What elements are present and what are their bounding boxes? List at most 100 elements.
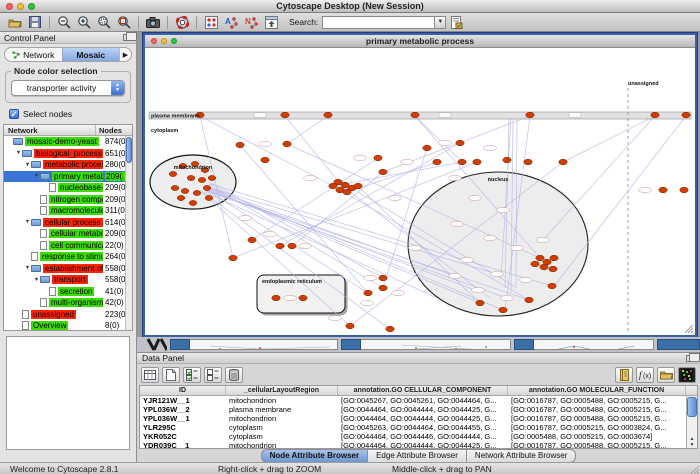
tab-overflow-arrow-icon[interactable]: ▶ — [119, 48, 131, 61]
file-icon — [22, 321, 29, 330]
open-file-button[interactable] — [6, 15, 24, 30]
background-window-fragment[interactable] — [657, 339, 700, 350]
tree-row[interactable]: ▼establishment of lo558(0) — [4, 263, 132, 275]
background-window-fragment[interactable] — [514, 339, 654, 350]
close-window-button[interactable] — [6, 3, 13, 10]
zoom-out-button[interactable] — [55, 15, 73, 30]
tree-scrollbar[interactable] — [125, 136, 132, 330]
tree-row-label: secretion — [58, 287, 94, 296]
select-attributes-button[interactable] — [183, 367, 201, 383]
table-column-header[interactable]: _cellularLayoutRegion — [226, 386, 338, 395]
table-row[interactable]: YPL036W__1mitochondrion[GO:0044464, GO:0… — [140, 414, 686, 423]
tree-row[interactable]: response to stimulu264(0) — [4, 251, 132, 263]
tree-row[interactable]: multi-organism pro42(0) — [4, 297, 132, 309]
table-row[interactable]: YDR039C__1mitochondrion[GO:0044464, GO:0… — [140, 441, 686, 448]
matrix-button[interactable] — [678, 367, 696, 383]
background-window-fragment[interactable] — [170, 339, 338, 350]
network-close-button[interactable] — [151, 38, 157, 44]
background-network-drawing[interactable] — [145, 338, 167, 351]
tab-edge-attribute-browser[interactable]: Edge Attribute Browser — [368, 449, 467, 463]
node-grid-button[interactable] — [202, 15, 220, 30]
zoom-selected-button[interactable] — [95, 15, 113, 30]
import-attributes-button[interactable] — [657, 367, 675, 383]
table-scrollbar[interactable]: ▲▼ — [686, 396, 697, 448]
tree-row[interactable]: ▼cellular process614(0) — [4, 217, 132, 229]
delete-attribute-button[interactable] — [225, 367, 243, 383]
tree-row[interactable]: cell communicat22(0) — [4, 240, 132, 252]
tab-mosaic[interactable]: Mosaic — [62, 48, 120, 61]
table-row[interactable]: YLR295Ccytoplasm[GO:0045263, GO:0044464,… — [140, 423, 686, 432]
tree-row-label: nucleobase- — [58, 183, 103, 192]
network-canvas[interactable]: plasma membranecytoplasmmitochondrionnuc… — [145, 48, 695, 335]
search-combobox[interactable]: ▼ — [322, 16, 446, 29]
network-graph[interactable]: plasma membranecytoplasmmitochondrionnuc… — [145, 48, 695, 335]
network-minimize-button[interactable] — [161, 38, 167, 44]
tab-network-attribute-browser[interactable]: Network Attribute Browser — [467, 449, 576, 463]
birdseye-view-panel[interactable] — [6, 336, 130, 450]
tree-row[interactable]: mosaic-demo-yeast874(0) — [4, 136, 132, 148]
search-dropdown-arrow-icon[interactable]: ▼ — [434, 17, 445, 28]
new-attribute-button[interactable] — [162, 367, 180, 383]
zoom-fit-button[interactable] — [115, 15, 133, 30]
zoom-in-button[interactable] — [75, 15, 93, 30]
expand-arrow-icon[interactable]: ▼ — [24, 162, 31, 168]
table-scrollbar-thumb[interactable] — [687, 397, 697, 417]
tree-row[interactable]: nucleobase-209(0) — [4, 182, 132, 194]
select-nodes-checkbox[interactable]: ✓ — [9, 109, 19, 119]
save-session-button[interactable] — [26, 15, 44, 30]
tree-row[interactable]: ▼transport558(0) — [4, 274, 132, 286]
tree-scrollbar-thumb[interactable] — [126, 137, 132, 163]
table-row[interactable]: YPL036W__2plasma membrane[GO:0044464, GO… — [140, 405, 686, 414]
table-column-header[interactable]: annotation.GO CELLULAR_COMPONENT — [338, 386, 508, 395]
window-arrow-button[interactable] — [262, 15, 280, 30]
background-window-fragment[interactable] — [341, 339, 511, 350]
tree-row[interactable]: nitrogen compo209(0) — [4, 194, 132, 206]
background-window-titlebar[interactable] — [514, 339, 534, 350]
network-annotation-n-button[interactable]: N — [242, 15, 260, 30]
table-column-header[interactable]: ID — [140, 386, 226, 395]
function-builder-button[interactable]: f(x) — [636, 367, 654, 383]
life-ring-button[interactable] — [173, 15, 191, 30]
table-scrollbar-arrows[interactable]: ▲▼ — [687, 436, 697, 448]
tree-row[interactable]: Overview8(0) — [4, 320, 132, 330]
expand-arrow-icon[interactable]: ▼ — [15, 150, 22, 156]
expand-arrow-icon[interactable]: ▼ — [24, 265, 31, 271]
snapshot-camera-button[interactable] — [144, 15, 162, 30]
attribute-editor-button[interactable] — [615, 367, 633, 383]
float-panel-icon[interactable] — [123, 34, 132, 41]
unselect-attributes-button[interactable] — [204, 367, 222, 383]
resize-grip-icon[interactable] — [690, 465, 699, 474]
tab-network[interactable]: Network — [5, 48, 62, 61]
expand-arrow-icon[interactable]: ▼ — [24, 219, 31, 225]
tree-row[interactable]: macromolecule311(0) — [4, 205, 132, 217]
tree-column-network[interactable]: Network — [4, 125, 96, 135]
zoom-window-button[interactable] — [28, 3, 35, 10]
expand-arrow-icon[interactable]: ▼ — [33, 277, 40, 283]
background-window-titlebar[interactable] — [341, 339, 361, 350]
tree-row[interactable]: cellular metabo209(0) — [4, 228, 132, 240]
network-annotation-a-button[interactable]: A — [222, 15, 240, 30]
table-cell: YDR039C__1 — [140, 441, 226, 448]
float-panel-icon[interactable] — [686, 355, 695, 362]
tree-row[interactable]: secretion41(0) — [4, 286, 132, 298]
node-color-dropdown[interactable]: transporter activity ▲▼ — [11, 80, 125, 96]
tree-row[interactable]: unassigned223(0) — [4, 309, 132, 321]
tab-node-attribute-browser[interactable]: Node Attribute Browser — [261, 449, 369, 463]
tree-row[interactable]: ▼metabolic process280(0) — [4, 159, 132, 171]
background-window-titlebar[interactable] — [170, 339, 190, 350]
table-row[interactable]: YKR052Ccytoplasm[GO:0044464, GO:0044446,… — [140, 432, 686, 441]
expand-arrow-icon[interactable]: ▼ — [33, 173, 40, 179]
dropdown-stepper-icon[interactable]: ▲▼ — [111, 81, 124, 95]
tree-row[interactable]: ▼primary metabo209(... — [4, 171, 132, 183]
table-row[interactable]: YJR121W__1mitochondrion[GO:0045267, GO:0… — [140, 396, 686, 405]
network-window-titlebar[interactable]: primary metabolic process — [145, 35, 695, 48]
tree-row[interactable]: ▼biological_process651(0) — [4, 148, 132, 160]
table-cell: mitochondrion — [226, 414, 338, 423]
attribute-table-button[interactable] — [141, 367, 159, 383]
document-chart-button[interactable] — [447, 15, 465, 30]
table-column-header[interactable]: annotation.GO MOLECULAR_FUNCTION — [508, 386, 686, 395]
background-windows-strip — [137, 337, 700, 352]
network-zoom-button[interactable] — [171, 38, 177, 44]
tree-column-nodes[interactable]: Nodes — [96, 125, 132, 135]
minimize-window-button[interactable] — [17, 3, 24, 10]
